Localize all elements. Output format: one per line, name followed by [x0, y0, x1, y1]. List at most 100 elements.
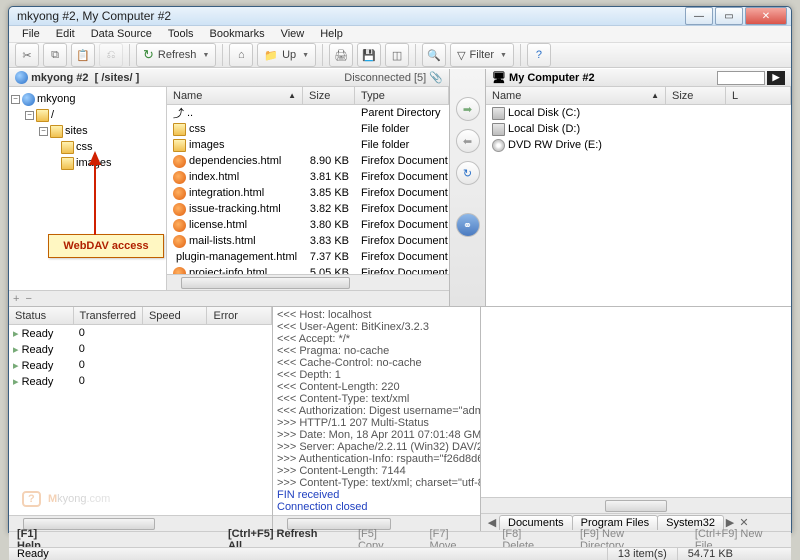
path-combo[interactable] [717, 71, 765, 85]
table-row[interactable]: Local Disk (C:) [486, 105, 791, 121]
table-row[interactable]: ⤴..Parent Directory [167, 105, 449, 121]
menu-view[interactable]: View [274, 26, 312, 42]
log-line: >>> Date: Mon, 18 Apr 2011 07:01:48 GMT [277, 429, 476, 441]
menu-file[interactable]: File [15, 26, 47, 42]
table-row[interactable]: ▸ Ready0 [9, 357, 272, 373]
log-line: Connection closed [277, 501, 476, 513]
log-line: <<< Content-Length: 220 [277, 381, 476, 393]
menu-bar: File Edit Data Source Tools Bookmarks Vi… [9, 26, 791, 43]
table-row[interactable]: integration.html3.85 KBFirefox Document [167, 185, 449, 201]
log-line: <<< Cache-Control: no-cache [277, 357, 476, 369]
filter-button[interactable]: ▽Filter▼ [450, 43, 514, 67]
table-row[interactable]: issue-tracking.html3.82 KBFirefox Docume… [167, 201, 449, 217]
table-row[interactable]: DVD RW Drive (E:) [486, 137, 791, 153]
col-transferred[interactable]: Transferred [74, 307, 143, 324]
add-tab-button[interactable]: + [13, 293, 19, 305]
col-type[interactable]: Type [355, 87, 449, 104]
log-line: >>> Authentication-Info: rspauth="f26d8d… [277, 453, 476, 465]
col-name[interactable]: Name▲ [486, 87, 666, 104]
table-row[interactable]: plugin-management.html7.37 KBFirefox Doc… [167, 249, 449, 265]
paperclip-icon[interactable]: 📎 [429, 72, 443, 84]
globe-icon [15, 71, 28, 84]
tree-collapse-icon[interactable]: − [11, 95, 20, 104]
table-row[interactable]: ▸ Ready0 [9, 325, 272, 341]
firefox-icon [173, 187, 186, 200]
home-icon[interactable]: ⌂ [229, 43, 253, 67]
tree-collapse-icon[interactable]: − [25, 111, 34, 120]
menu-edit[interactable]: Edit [49, 26, 82, 42]
log-line: <<< Accept: */* [277, 333, 476, 345]
firefox-icon [173, 235, 186, 248]
link-icon[interactable]: ⚭ [456, 213, 480, 237]
table-row[interactable]: ▸ Ready0 [9, 341, 272, 357]
log-line: <<< Pragma: no-cache [277, 345, 476, 357]
paste-icon[interactable]: 📋 [71, 43, 95, 67]
print-icon[interactable]: 🖨 [329, 43, 353, 67]
tree-collapse-icon[interactable]: − [39, 127, 48, 136]
menu-help[interactable]: Help [313, 26, 350, 42]
table-row[interactable]: cssFile folder [167, 121, 449, 137]
log-pane[interactable]: <<< Host: localhost<<< User-Agent: BitKi… [273, 307, 481, 531]
help-icon[interactable]: ? [527, 43, 551, 67]
undo-icon[interactable]: ⎌ [99, 43, 123, 67]
table-row[interactable]: project-info.html5.05 KBFirefox Document [167, 265, 449, 274]
col-error[interactable]: Error [207, 307, 272, 324]
go-button[interactable]: ▶ [767, 71, 785, 85]
split-icon[interactable]: ◫ [385, 43, 409, 67]
copy-icon[interactable]: ⧉ [43, 43, 67, 67]
title-bar[interactable]: mkyong #2, My Computer #2 — ▭ ✕ [9, 7, 791, 26]
close-button[interactable]: ✕ [745, 7, 787, 25]
tab-scroll-left-icon[interactable]: ◀ [485, 516, 499, 530]
col-last[interactable]: L [726, 87, 791, 104]
folder-tree[interactable]: −mkyong −/ −sites css images [9, 87, 167, 290]
transfer-buttons-pane: ➡ ⬅ ↻ ⚭ [450, 69, 486, 306]
folder-icon [36, 109, 49, 122]
up-button[interactable]: 📁Up▼ [257, 43, 316, 67]
cut-icon[interactable]: ✂ [15, 43, 39, 67]
table-row[interactable]: license.html3.80 KBFirefox Document [167, 217, 449, 233]
folder-icon [61, 157, 74, 170]
search-icon[interactable]: 🔍 [422, 43, 446, 67]
app-window: mkyong #2, My Computer #2 — ▭ ✕ File Edi… [8, 6, 792, 533]
folder-icon [173, 139, 186, 152]
status-size: 54.71 KB [677, 548, 743, 560]
sync-icon[interactable]: ↻ [456, 161, 480, 185]
maximize-button[interactable]: ▭ [715, 7, 743, 25]
col-name[interactable]: Name▲ [167, 87, 303, 104]
col-status[interactable]: Status [9, 307, 74, 324]
refresh-button[interactable]: Refresh▼ [136, 43, 216, 67]
table-row[interactable]: index.html3.81 KBFirefox Document [167, 169, 449, 185]
save-icon[interactable]: 💾 [357, 43, 381, 67]
menu-data-source[interactable]: Data Source [84, 26, 159, 42]
remove-tab-button[interactable]: − [25, 293, 31, 305]
filter-icon: ▽ [457, 49, 465, 62]
firefox-icon [173, 267, 186, 275]
table-row[interactable]: Local Disk (D:) [486, 121, 791, 137]
table-row[interactable]: mail-lists.html3.83 KBFirefox Document [167, 233, 449, 249]
col-size[interactable]: Size [303, 87, 355, 104]
col-speed[interactable]: Speed [143, 307, 208, 324]
h-scrollbar[interactable] [481, 497, 791, 513]
log-line: <<< User-Agent: BitKinex/3.2.3 [277, 321, 476, 333]
log-line: <<< Depth: 1 [277, 369, 476, 381]
firefox-icon [173, 219, 186, 232]
minimize-button[interactable]: — [685, 7, 713, 25]
col-size[interactable]: Size [666, 87, 726, 104]
table-row[interactable]: imagesFile folder [167, 137, 449, 153]
local-lower-pane: ◀ Documents Program Files System32 ▶ ✕ [481, 307, 791, 531]
watermark: ? Mkyong.com [22, 478, 110, 509]
drive-icon [492, 123, 505, 136]
transfer-left-icon[interactable]: ⬅ [456, 129, 480, 153]
table-row[interactable]: ▸ Ready0 [9, 373, 272, 389]
transfer-right-icon[interactable]: ➡ [456, 97, 480, 121]
local-pane: 🖥 My Computer #2 ▶ Name▲ Size L Local Di… [486, 69, 791, 306]
toolbar: ✂ ⧉ 📋 ⎌ Refresh▼ ⌂ 📁Up▼ 🖨 💾 ◫ 🔍 ▽Filter▼… [9, 43, 791, 68]
refresh-icon [143, 47, 154, 63]
table-row[interactable]: dependencies.html8.90 KBFirefox Document [167, 153, 449, 169]
log-line: >>> HTTP/1.1 207 Multi-Status [277, 417, 476, 429]
menu-tools[interactable]: Tools [161, 26, 201, 42]
menu-bookmarks[interactable]: Bookmarks [203, 26, 272, 42]
remote-file-list[interactable]: Name▲ Size Type ⤴..Parent DirectorycssFi… [167, 87, 449, 290]
h-scrollbar[interactable] [167, 274, 449, 290]
remote-pane: mkyong #2 [ /sites/ ] Disconnected [5] 📎… [9, 69, 450, 306]
